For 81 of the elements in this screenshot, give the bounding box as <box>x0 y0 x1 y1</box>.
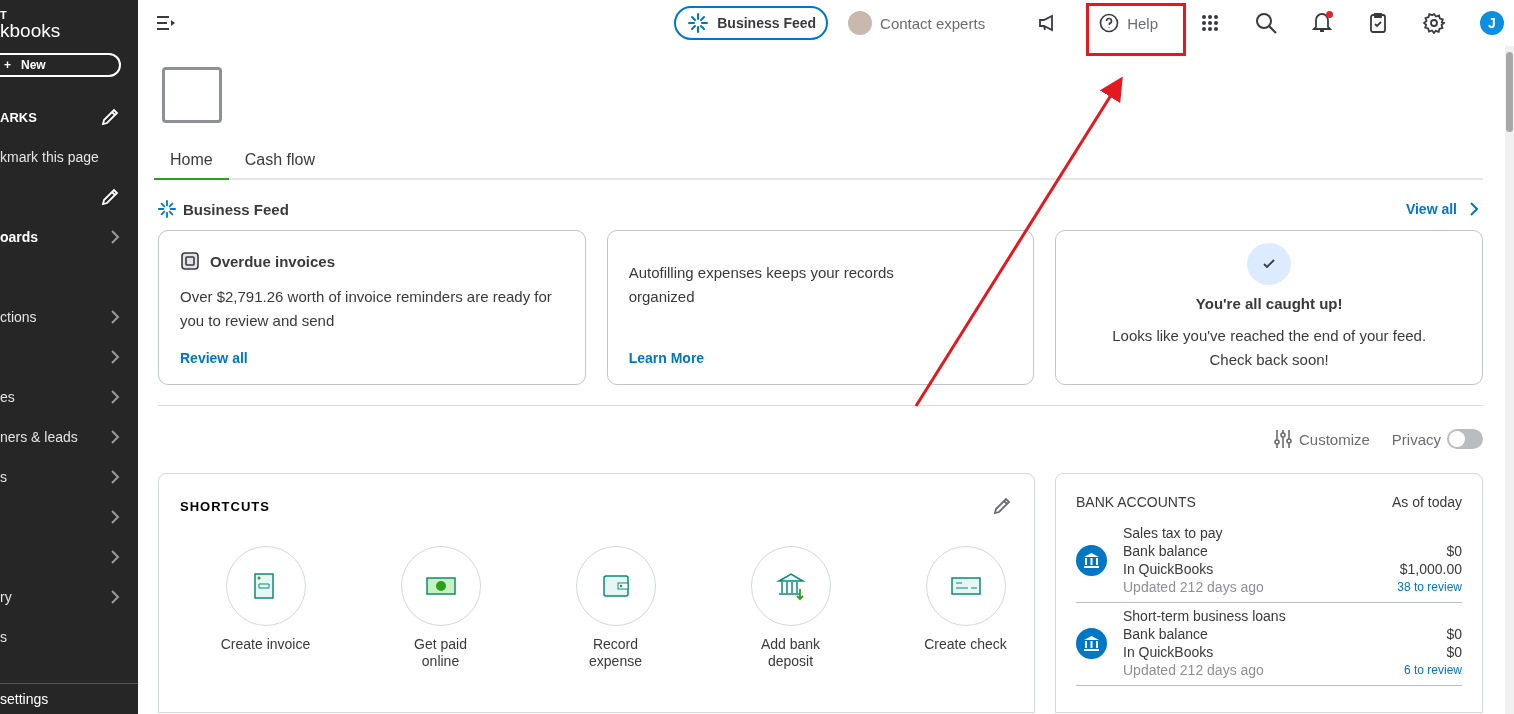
review-link[interactable]: 38 to review <box>1397 578 1462 596</box>
chevron-right-icon <box>110 469 120 485</box>
sliders-icon <box>1272 429 1293 449</box>
bookmark-link[interactable]: kmark this page <box>0 149 99 165</box>
nav-item[interactable]: ry <box>0 589 12 605</box>
privacy-label: Privacy <box>1391 430 1441 448</box>
shortcut-label[interactable]: Create check <box>920 636 1011 653</box>
contact-experts-button[interactable]: Contact experts <box>848 11 986 35</box>
balance-label: In QuickBooks <box>1123 643 1214 661</box>
logo-text: T <box>0 10 8 21</box>
shortcut-label[interactable]: Add bank deposit <box>745 636 836 670</box>
settings-link[interactable]: settings <box>0 691 49 707</box>
balance-label: In QuickBooks <box>1123 560 1214 578</box>
chevron-right-icon <box>110 389 120 405</box>
section-title: SHORTCUTS <box>180 498 270 514</box>
view-all-link[interactable]: View all <box>1405 201 1479 217</box>
apps-grid-icon[interactable] <box>1201 14 1219 32</box>
balance-label: Bank balance <box>1123 625 1208 643</box>
chevron-right-icon <box>110 549 120 565</box>
business-feed-button[interactable]: Business Feed <box>674 6 829 40</box>
clipboard-icon[interactable] <box>1369 12 1387 34</box>
card-text: Autofilling expenses keeps your records organized <box>628 263 895 307</box>
updated-text: Updated 212 days ago <box>1123 578 1264 596</box>
logo-text: kbooks <box>0 21 62 41</box>
logo-placeholder <box>162 67 222 123</box>
checkmark-icon <box>1247 243 1292 285</box>
shortcut-label[interactable]: Get paid online <box>395 636 486 670</box>
avatar-icon <box>848 11 873 35</box>
privacy-toggle[interactable] <box>1447 429 1483 449</box>
updated-text: Updated 212 days ago <box>1123 661 1264 679</box>
invoice-icon <box>180 251 200 271</box>
nav-item[interactable]: s <box>0 469 7 485</box>
as-of-label: As of today <box>1391 494 1462 510</box>
chevron-right-icon <box>110 589 120 605</box>
chevron-right-icon <box>110 229 120 245</box>
scrollbar-thumb[interactable] <box>1506 52 1513 132</box>
sidebar-toggle-icon[interactable] <box>156 15 176 31</box>
balance-label: Bank balance <box>1123 542 1208 560</box>
balance-value: $0 <box>1446 643 1462 661</box>
shortcut-label[interactable]: Record expense <box>570 636 661 670</box>
card-title: Overdue invoices <box>210 252 336 270</box>
chevron-right-icon <box>110 509 120 525</box>
help-button[interactable]: Help <box>1083 3 1174 43</box>
chevron-right-icon <box>1469 201 1479 217</box>
help-icon <box>1099 13 1120 33</box>
balance-value: $0 <box>1446 542 1462 560</box>
nav-item[interactable]: ctions <box>0 309 37 325</box>
nav-item[interactable]: oards <box>0 229 39 245</box>
card-title: You're all caught up! <box>1195 295 1343 312</box>
edit-icon[interactable] <box>100 107 120 127</box>
tab[interactable]: Cash flow <box>228 141 331 180</box>
nav-item[interactable]: s <box>0 629 7 645</box>
customize-button[interactable]: Customize <box>1272 429 1370 449</box>
chevron-right-icon <box>110 309 120 325</box>
balance-value: $1,000.00 <box>1399 560 1462 578</box>
chevron-right-icon <box>110 429 120 445</box>
sparkle-icon <box>688 13 709 33</box>
balance-value: $0 <box>1446 625 1462 643</box>
learn-more-link[interactable]: Learn More <box>628 350 1014 366</box>
sparkle-icon <box>158 200 176 218</box>
new-button[interactable]: + New <box>0 53 121 77</box>
shortcut-label[interactable]: Create invoice <box>220 636 311 653</box>
nav-item[interactable]: ners & leads <box>0 429 78 445</box>
review-all-link[interactable]: Review all <box>180 350 565 366</box>
account-name: Sales tax to pay <box>1123 524 1224 542</box>
search-icon[interactable] <box>1255 12 1277 34</box>
chevron-right-icon <box>110 349 120 365</box>
bank-icon <box>1076 627 1107 659</box>
bank-deposit-icon <box>775 571 806 601</box>
settings-icon[interactable] <box>1423 12 1445 34</box>
section-title: BANK ACCOUNTS <box>1076 494 1196 510</box>
section-heading: ARKS <box>0 109 37 125</box>
card-text: Over $2,791.26 worth of invoice reminders are ready for you to review and send <box>180 287 553 331</box>
tab[interactable]: Home <box>154 141 229 180</box>
nav-item[interactable]: es <box>0 389 15 405</box>
account-name: Short-term business loans <box>1123 607 1287 625</box>
card-text: Looks like you've reached the end of your feed. Check back soon! <box>1111 326 1428 370</box>
bank-icon <box>1076 544 1107 576</box>
edit-icon[interactable] <box>100 187 120 207</box>
section-title: Business Feed <box>183 200 289 218</box>
review-link[interactable]: 6 to review <box>1403 661 1462 679</box>
